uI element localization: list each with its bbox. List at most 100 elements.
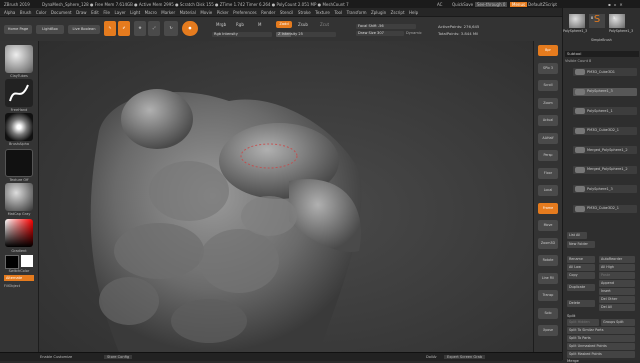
menu-document[interactable]: Document [51, 10, 72, 15]
edit-button[interactable]: ✎ [104, 21, 116, 36]
zsub-button[interactable]: Zsub [298, 22, 308, 27]
shelf-floor-button[interactable]: Floor [538, 167, 558, 179]
menu-marker[interactable]: Marker [161, 10, 175, 15]
rgb-intensity-slider[interactable]: Rgb Intensity [212, 32, 272, 37]
append-button[interactable]: Append [599, 280, 635, 287]
shelf-spix-3-button[interactable]: SPix 3 [538, 62, 558, 74]
split-similar-button[interactable]: Split To Similar Parts [567, 327, 635, 334]
shelf-rotate-button[interactable]: Rotate [538, 255, 558, 266]
insert-button[interactable]: Insert [599, 288, 635, 295]
menu-macro[interactable]: Macro [145, 10, 157, 15]
autoreorder-button[interactable]: AutoReorder [599, 256, 635, 263]
dollar-button[interactable]: DollAr [426, 355, 437, 359]
canvas-viewport[interactable] [39, 41, 533, 352]
menu-draw[interactable]: Draw [76, 10, 86, 15]
fill-object-button[interactable]: FillObject [4, 284, 42, 288]
dynamic-button[interactable]: Dynamic [406, 31, 422, 35]
m-button[interactable]: M [258, 22, 261, 27]
shelf-persp-button[interactable]: Persp [538, 150, 558, 161]
del-all-button[interactable]: Del All [599, 304, 635, 311]
focal-shift-slider[interactable]: Focal Shift -56 [356, 24, 416, 29]
subtool-row[interactable]: PM3D_Cube3D2_1 [573, 126, 637, 135]
menu-transform[interactable]: Transform [347, 10, 367, 15]
shelf-line-fill-button[interactable]: Line Fill [538, 272, 558, 284]
shelf-scroll-button[interactable]: Scroll [538, 80, 558, 91]
menu-brush[interactable]: Brush [20, 10, 32, 15]
brush-preview[interactable]: ● [182, 21, 198, 36]
see-through-slider[interactable]: See-through 0 [475, 1, 508, 7]
texture-thumbnail[interactable] [5, 149, 33, 177]
secondary-color-swatch[interactable] [21, 255, 33, 267]
move-button[interactable]: ✥ [134, 21, 146, 36]
mrgb-button[interactable]: Mrgb [216, 22, 226, 27]
menu-edit[interactable]: Edit [91, 10, 99, 15]
split-hidden-button[interactable]: Split Hidden [567, 319, 599, 326]
menu-preferences[interactable]: Preferences [233, 10, 257, 15]
home-page-button[interactable]: Home Page [4, 25, 32, 34]
shelf-move-button[interactable]: Move [538, 220, 558, 231]
subtool-row[interactable]: PolySphere1_3 [573, 185, 637, 193]
shelf-zoom3d-button[interactable]: Zoom3D [538, 237, 558, 249]
switch-color-button[interactable]: SwitchColor [0, 269, 38, 273]
menu-zscript[interactable]: Zscript [391, 10, 405, 15]
subtool-row[interactable]: PM3D_Cube3D2_1 [573, 204, 637, 213]
del-other-button[interactable]: Del Other [599, 296, 635, 303]
duplicate-button[interactable]: Duplicate [567, 284, 595, 291]
menus-button[interactable]: Menus [510, 1, 528, 7]
groups-split-button[interactable]: Groups Split [601, 319, 635, 326]
split-masked-button[interactable]: Split Masked Points [567, 351, 635, 358]
menu-layer[interactable]: Layer [115, 10, 126, 15]
shelf-actual-button[interactable]: Actual [538, 115, 558, 126]
tool-thumb-3[interactable] [609, 14, 625, 28]
subtool-row[interactable]: PolySphere1_3 [573, 87, 637, 96]
quicksave-button[interactable]: QuickSave [452, 2, 473, 7]
draw-button[interactable]: ✐ [118, 21, 130, 36]
delete-button[interactable]: Delete [567, 300, 595, 307]
shelf-aahalf-button[interactable]: AAHalf [538, 132, 558, 144]
menu-movie[interactable]: Movie [200, 10, 212, 15]
copy-button[interactable]: Copy [567, 272, 595, 279]
store-config-button[interactable]: Store Config [104, 354, 133, 359]
draw-size-slider[interactable]: Draw Size 307 [356, 31, 404, 36]
shelf-frame-button[interactable]: Frame [538, 202, 558, 214]
alternate-button[interactable]: Alternate [4, 275, 34, 281]
lightbox-button[interactable]: LightBox [36, 25, 64, 34]
menu-alpha[interactable]: Alpha [4, 10, 15, 15]
expert-screen-button[interactable]: Expert Screen Grab [444, 354, 486, 359]
rotate-button[interactable]: ↻ [164, 21, 178, 36]
menu-help[interactable]: Help [409, 10, 418, 15]
shelf-zoom-button[interactable]: Zoom [538, 97, 558, 109]
menu-tool[interactable]: Tool [334, 10, 342, 15]
shelf-local-button[interactable]: Local [538, 185, 558, 196]
live-boolean-button[interactable]: Live Boolean [68, 25, 100, 34]
paste-button[interactable]: Paste [599, 272, 635, 279]
ac-label[interactable]: AC [437, 2, 442, 7]
shelf-xpose-button[interactable]: Xpose [538, 325, 558, 336]
list-all-button[interactable]: List All [567, 232, 587, 239]
menu-file[interactable]: File [103, 10, 110, 15]
merge-section[interactable]: Merge [567, 358, 579, 363]
subtool-row[interactable]: Merged_PolySphere1_2 [573, 146, 637, 154]
subtool-row[interactable]: Merged_PolySphere1_2 [573, 165, 637, 174]
subtool-row[interactable]: PolySphere1_1 [573, 107, 637, 115]
zadd-button[interactable]: Zadd [276, 21, 292, 28]
split-section[interactable]: Split [567, 313, 575, 318]
subtool-row[interactable]: PM3D_Cube3D1 [573, 68, 637, 76]
zcut-button[interactable]: Zcut [320, 22, 329, 27]
shelf-transp-button[interactable]: Transp [538, 290, 558, 301]
stroke-thumbnail[interactable] [5, 79, 33, 107]
split-parts-button[interactable]: Split To Parts [567, 335, 635, 342]
rgb-button[interactable]: Rgb [236, 22, 244, 27]
menu-picker[interactable]: Picker [217, 10, 229, 15]
window-controls[interactable]: ▪▫✕ [608, 2, 626, 7]
menu-render[interactable]: Render [261, 10, 275, 15]
material-thumbnail[interactable] [5, 183, 33, 211]
shelf-solo-button[interactable]: Solo [538, 307, 558, 319]
visible-count[interactable]: Visible Count 8 [565, 59, 591, 63]
menu-stencil[interactable]: Stencil [280, 10, 294, 15]
rename-button[interactable]: Rename [567, 256, 595, 263]
new-folder-button[interactable]: New Folder [567, 241, 595, 248]
menu-stroke[interactable]: Stroke [298, 10, 311, 15]
shelf-bpr-button[interactable]: Bpr [538, 45, 558, 56]
tool-thumb-1[interactable] [569, 14, 585, 28]
